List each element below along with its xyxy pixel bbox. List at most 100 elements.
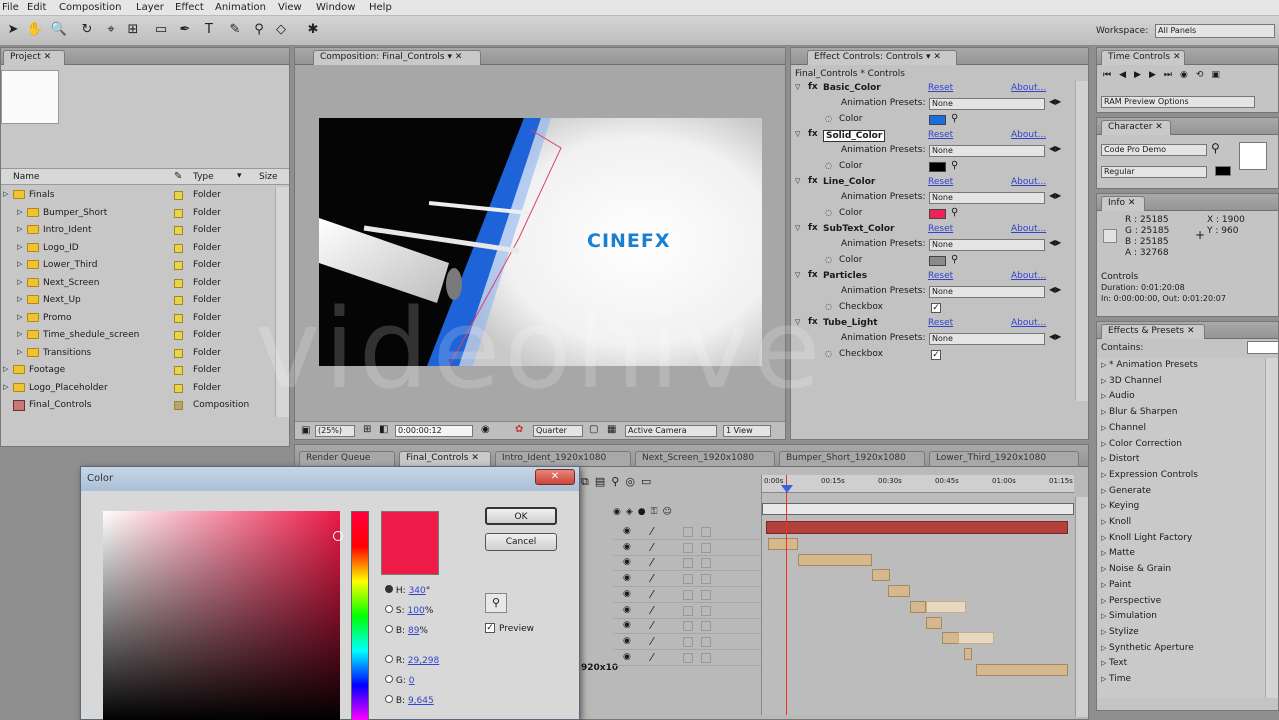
layer-switch-box[interactable] xyxy=(683,589,693,600)
grid-icon[interactable]: ⊞ xyxy=(363,424,371,435)
effects-category-item[interactable]: ▷ * Animation Presets xyxy=(1097,358,1265,375)
expand-triangle-icon[interactable]: ▷ xyxy=(3,383,8,391)
layer-duration-bar[interactable] xyxy=(976,663,1068,676)
solo-icon[interactable]: ● xyxy=(638,507,651,517)
preset-nav-arrows-icon[interactable]: ◀▶ xyxy=(1049,144,1061,153)
reset-link[interactable]: Reset xyxy=(928,83,953,93)
tab-render-queue[interactable]: Render Queue xyxy=(299,451,395,466)
red-value[interactable]: 29,298 xyxy=(408,656,440,666)
fill-color-swatch[interactable] xyxy=(1239,142,1267,170)
eyedropper-icon[interactable]: ⚲ xyxy=(1211,141,1220,155)
expand-triangle-icon[interactable]: ▷ xyxy=(17,278,22,286)
current-time-indicator[interactable] xyxy=(786,475,787,715)
audio-icon[interactable]: ◉ xyxy=(1180,70,1196,80)
quality-switch-icon[interactable]: ⁄ xyxy=(651,556,653,569)
label-color-swatch[interactable] xyxy=(174,313,183,323)
effects-category-item[interactable]: ▷ Synthetic Aperture xyxy=(1097,641,1265,658)
menu-animation[interactable]: Animation xyxy=(215,2,266,13)
stopwatch-icon[interactable]: ◌ xyxy=(825,208,832,217)
transparency-grid-icon[interactable]: ▦ xyxy=(607,424,616,435)
effects-category-item[interactable]: ▷ Stylize xyxy=(1097,625,1265,642)
always-preview-icon[interactable]: ▣ xyxy=(301,425,310,436)
effects-search-input[interactable] xyxy=(1247,341,1278,354)
fx-badge-icon[interactable]: fx xyxy=(808,223,818,233)
expand-triangle-icon[interactable]: ▷ xyxy=(17,330,22,338)
animation-presets-dropdown[interactable]: None xyxy=(929,192,1045,204)
label-color-swatch[interactable] xyxy=(174,296,183,305)
green-value[interactable]: 0 xyxy=(409,676,415,686)
draft-3d-icon[interactable]: ⧉ xyxy=(581,475,595,488)
expand-triangle-icon[interactable]: ▷ xyxy=(1101,361,1106,369)
text-tool-icon[interactable]: T xyxy=(200,21,218,39)
zoom-tool-icon[interactable]: 🔍 xyxy=(50,21,68,39)
camera-icon[interactable]: ◉ xyxy=(481,424,490,435)
project-item[interactable]: ▷ Promo Folder xyxy=(1,310,275,327)
expand-triangle-icon[interactable]: ▽ xyxy=(795,318,800,326)
color-picker-marker[interactable] xyxy=(333,531,343,541)
effects-category-item[interactable]: ▷ Channel xyxy=(1097,421,1265,438)
reset-link[interactable]: Reset xyxy=(928,130,953,140)
expand-triangle-icon[interactable]: ▷ xyxy=(1101,392,1106,400)
expand-triangle-icon[interactable]: ▷ xyxy=(17,243,22,251)
composition-layer-bar[interactable] xyxy=(766,521,1068,534)
fx-badge-icon[interactable]: fx xyxy=(808,270,818,280)
expand-triangle-icon[interactable]: ▷ xyxy=(1101,644,1106,652)
previous-frame-icon[interactable]: ◀ xyxy=(1119,70,1134,80)
layer-switch-box[interactable] xyxy=(683,652,693,663)
animation-presets-dropdown[interactable]: None xyxy=(929,333,1045,345)
menu-view[interactable]: View xyxy=(278,2,302,13)
brightness-radio[interactable] xyxy=(385,625,393,633)
loop-icon[interactable]: ⟲ xyxy=(1196,70,1212,80)
selection-tool-icon[interactable]: ➤ xyxy=(4,21,22,39)
effect-header[interactable]: ▽ fx Particles Reset About... xyxy=(791,270,1075,284)
label-color-swatch[interactable] xyxy=(174,191,183,200)
layer-switch-box[interactable] xyxy=(683,605,693,616)
visibility-eye-icon[interactable]: ◉ xyxy=(623,542,631,552)
expand-triangle-icon[interactable]: ▷ xyxy=(17,260,22,268)
label-color-swatch[interactable] xyxy=(174,261,183,270)
playhead-icon[interactable] xyxy=(781,485,793,493)
fx-badge-icon[interactable]: fx xyxy=(808,129,818,139)
layer-switch-box[interactable] xyxy=(683,527,693,537)
label-color-swatch[interactable] xyxy=(174,366,183,375)
expand-triangle-icon[interactable]: ▷ xyxy=(1101,581,1106,589)
expand-triangle-icon[interactable]: ▷ xyxy=(17,208,22,216)
expand-triangle-icon[interactable]: ▷ xyxy=(1101,377,1106,385)
label-color-swatch[interactable] xyxy=(174,348,183,358)
blue-value[interactable]: 9,645 xyxy=(408,696,434,706)
layer-duration-bar[interactable] xyxy=(768,538,798,550)
clone-stamp-tool-icon[interactable]: ⚲ xyxy=(250,21,268,39)
menu-layer[interactable]: Layer xyxy=(136,2,164,13)
tab-info[interactable]: Info ✕ xyxy=(1101,196,1145,211)
label-color-swatch[interactable] xyxy=(174,331,183,340)
project-item[interactable]: ▷ Logo_Placeholder Folder xyxy=(1,380,275,397)
project-item[interactable]: ▷ Logo_ID Folder xyxy=(1,240,275,257)
visibility-eye-icon[interactable]: ◉ xyxy=(623,573,631,583)
quality-switch-icon[interactable]: ⁄ xyxy=(651,619,653,632)
expand-triangle-icon[interactable]: ▽ xyxy=(795,83,800,91)
motion-blur-icon[interactable]: ◎ xyxy=(625,475,641,488)
label-color-swatch[interactable] xyxy=(174,383,183,393)
visibility-eye-icon[interactable]: ◉ xyxy=(623,605,631,615)
effect-header[interactable]: ▽ fx SubText_Color Reset About... xyxy=(791,223,1075,237)
layer-switch-box[interactable] xyxy=(701,621,711,632)
menu-file[interactable]: File xyxy=(2,2,19,13)
effects-category-item[interactable]: ▷ Generate xyxy=(1097,484,1265,501)
effect-checkbox[interactable]: ✓ xyxy=(931,303,941,313)
brush-tool-icon[interactable]: ✎ xyxy=(226,21,244,39)
menu-edit[interactable]: Edit xyxy=(27,2,46,13)
label-color-swatch[interactable] xyxy=(174,278,183,288)
tab-project[interactable]: Project ✕ xyxy=(3,50,65,65)
composition-viewer[interactable]: CINEFX xyxy=(319,118,762,366)
expand-triangle-icon[interactable]: ▷ xyxy=(1101,487,1106,495)
audio-switch-icon[interactable]: ◈ xyxy=(626,507,638,517)
shy-icon[interactable]: ☺ xyxy=(663,507,677,517)
layer-switch-box[interactable] xyxy=(701,652,711,663)
fx-badge-icon[interactable]: fx xyxy=(808,176,818,186)
layer-duration-bar[interactable] xyxy=(872,569,890,582)
effects-category-item[interactable]: ▷ Expression Controls xyxy=(1097,468,1265,485)
layer-switch-box[interactable] xyxy=(683,542,693,553)
expand-triangle-icon[interactable]: ▷ xyxy=(17,313,22,321)
color-swatch[interactable] xyxy=(929,115,946,125)
project-item[interactable]: ▷ Next_Up Folder xyxy=(1,292,275,309)
